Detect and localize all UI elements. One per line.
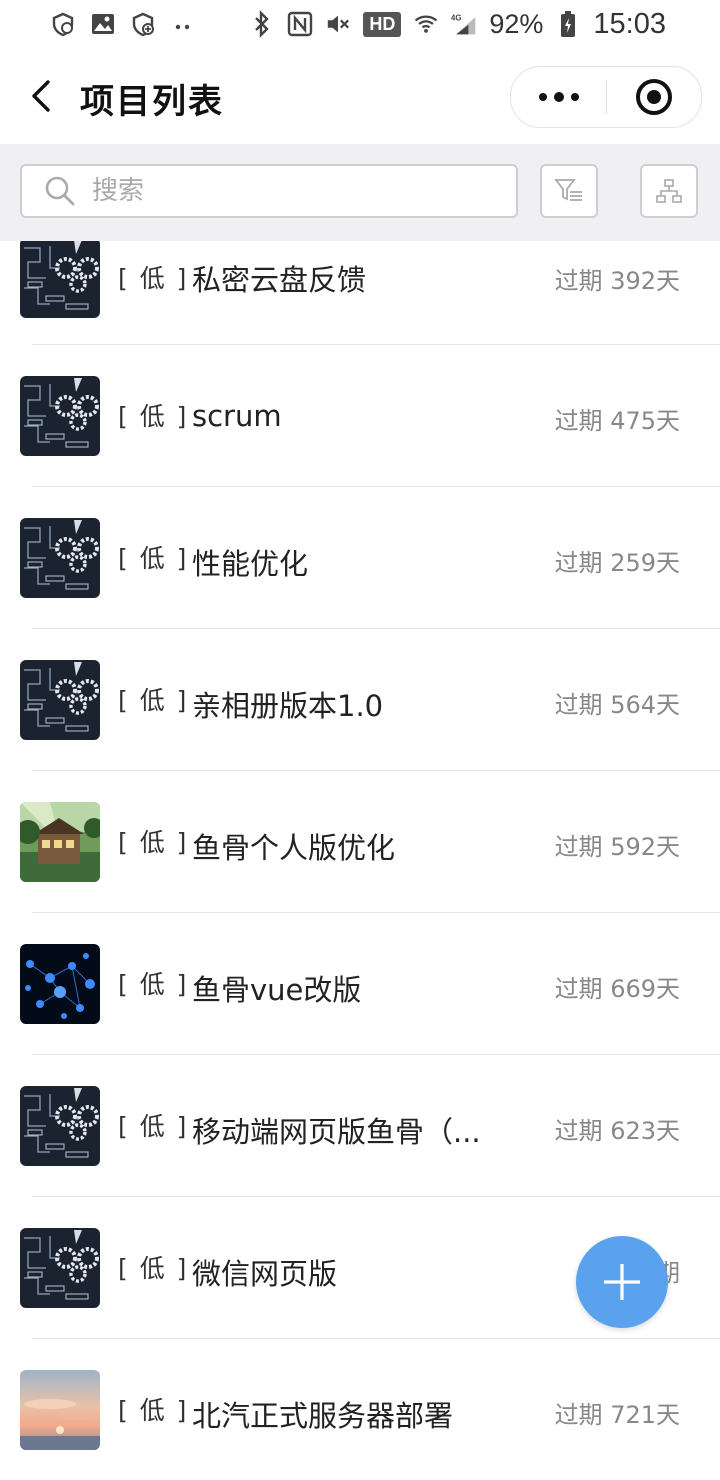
- overdue-label: 过期 259天: [554, 549, 680, 577]
- project-name: 微信网页版: [192, 1257, 338, 1291]
- filter-icon: [554, 179, 582, 201]
- project-thumbnail: [20, 944, 100, 1024]
- overdue-label: 过期 564天: [554, 691, 680, 719]
- overdue-label: 过期 669天: [554, 975, 680, 1003]
- project-name: 鱼骨个人版优化: [192, 831, 396, 865]
- priority-label: [ 低 ]: [118, 402, 189, 431]
- wifi-icon: [413, 11, 439, 37]
- overdue-label: 过期 721天: [554, 1401, 680, 1429]
- project-thumbnail: [20, 376, 100, 456]
- project-name: 亲相册版本1.0: [192, 689, 384, 723]
- plus-icon: [604, 1264, 640, 1300]
- org-tree-icon: [656, 179, 682, 203]
- overdue-label: 过期 392天: [554, 267, 680, 295]
- project-name: 私密云盘反馈: [192, 263, 367, 297]
- priority-label: [ 低 ]: [118, 1396, 189, 1425]
- clock: 15:03: [593, 7, 666, 40]
- add-project-button[interactable]: [576, 1236, 668, 1328]
- org-tree-button[interactable]: [640, 164, 698, 218]
- priority-label: [ 低 ]: [118, 264, 189, 293]
- priority-label: [ 低 ]: [118, 970, 189, 999]
- bluetooth-icon: [249, 10, 275, 38]
- search-input[interactable]: [90, 175, 494, 207]
- priority-label: [ 低 ]: [118, 828, 189, 857]
- battery-percent: 92%: [489, 8, 544, 39]
- priority-label: [ 低 ]: [118, 1112, 189, 1141]
- image-icon: [90, 11, 116, 37]
- mini-program-capsule: [510, 66, 702, 128]
- project-thumbnail: [20, 241, 100, 318]
- priority-label: [ 低 ]: [118, 686, 189, 715]
- page-title: 项目列表: [80, 82, 224, 122]
- overdue-label: 过期 623天: [554, 1117, 680, 1145]
- shield-plus-icon: [130, 11, 156, 37]
- project-row[interactable]: [ 低 ] 亲相册版本1.0 过期 564天: [0, 629, 720, 771]
- project-row[interactable]: [ 低 ] 性能优化 过期 259天: [0, 487, 720, 629]
- project-thumbnail: [20, 802, 100, 882]
- status-bar: HD 4G 92% 15:03: [0, 0, 720, 48]
- project-name: 鱼骨vue改版: [192, 973, 362, 1007]
- filter-button[interactable]: [540, 164, 598, 218]
- overdue-label: 过期 475天: [554, 407, 680, 435]
- nav-bar: 项目列表: [0, 48, 720, 144]
- search-bar: [0, 144, 720, 241]
- project-name: scrum: [192, 399, 282, 433]
- search-box[interactable]: [20, 164, 518, 218]
- project-row[interactable]: [ 低 ] 北汽正式服务器部署 过期 721天: [0, 1339, 720, 1480]
- project-thumbnail: [20, 1370, 100, 1450]
- project-thumbnail: [20, 660, 100, 740]
- project-name: 移动端网页版鱼骨（...: [192, 1115, 481, 1149]
- search-icon: [45, 176, 75, 206]
- svg-text:4G: 4G: [451, 14, 461, 23]
- project-row[interactable]: [ 低 ] scrum 过期 475天: [0, 345, 720, 487]
- more-dots-icon: [538, 92, 579, 102]
- priority-label: [ 低 ]: [118, 544, 189, 573]
- overdue-label: 过期 592天: [554, 833, 680, 861]
- battery-icon: [555, 11, 581, 37]
- project-row[interactable]: [ 低 ] 私密云盘反馈 过期 392天: [0, 241, 720, 345]
- target-icon: [636, 79, 672, 115]
- project-thumbnail: [20, 518, 100, 598]
- hd-icon: HD: [363, 11, 402, 37]
- priority-label: [ 低 ]: [118, 1254, 189, 1283]
- project-name: 北汽正式服务器部署: [192, 1399, 454, 1433]
- shield-icon: [50, 11, 76, 37]
- project-row[interactable]: [ 低 ] 移动端网页版鱼骨（... 过期 623天: [0, 1055, 720, 1197]
- signal-icon: 4G: [451, 11, 477, 37]
- project-row[interactable]: [ 低 ] 鱼骨vue改版 过期 669天: [0, 913, 720, 1055]
- more-button[interactable]: [511, 67, 606, 127]
- project-name: 性能优化: [192, 547, 309, 581]
- nfc-icon: [287, 11, 313, 37]
- more-dots-icon: [170, 11, 196, 37]
- chevron-left-icon: [32, 80, 50, 112]
- close-button[interactable]: [607, 67, 701, 127]
- mute-icon: [325, 11, 351, 37]
- back-button[interactable]: [22, 74, 62, 118]
- project-thumbnail: [20, 1228, 100, 1308]
- project-row[interactable]: [ 低 ] 鱼骨个人版优化 过期 592天: [0, 771, 720, 913]
- project-thumbnail: [20, 1086, 100, 1166]
